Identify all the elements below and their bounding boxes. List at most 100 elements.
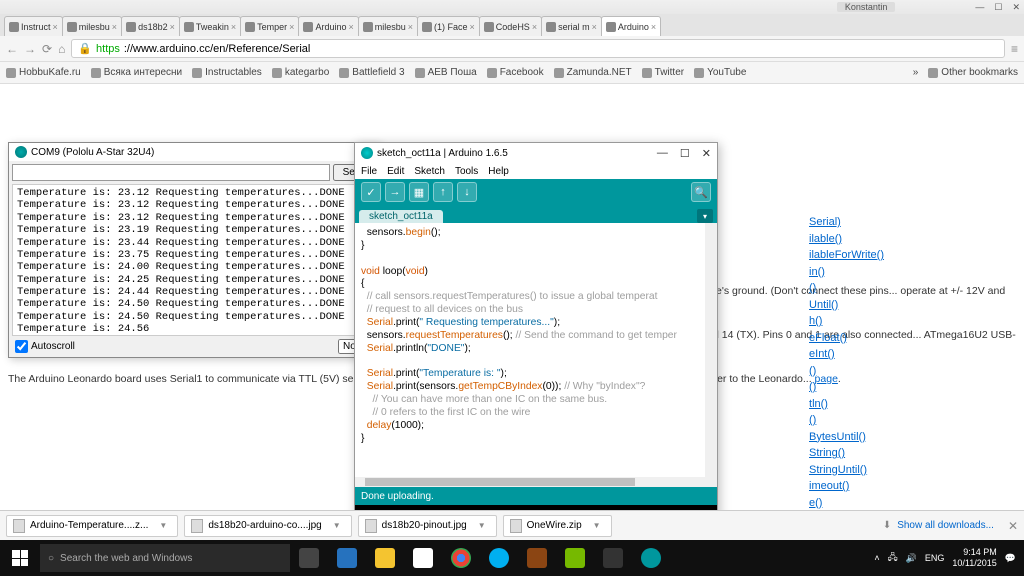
bookmark-item[interactable]: Twitter bbox=[642, 67, 684, 78]
upload-button[interactable]: → bbox=[385, 182, 405, 202]
reference-link[interactable]: imeout() bbox=[809, 478, 884, 495]
browser-tab[interactable]: CodeHS× bbox=[479, 16, 542, 36]
close-tab-icon[interactable]: × bbox=[53, 22, 58, 32]
reference-link[interactable]: () bbox=[809, 280, 884, 297]
serial-input[interactable] bbox=[12, 164, 330, 181]
browser-tab[interactable]: Tweakin× bbox=[179, 16, 241, 36]
chevron-down-icon[interactable]: ▼ bbox=[159, 521, 167, 530]
verify-button[interactable]: ✓ bbox=[361, 182, 381, 202]
browser-tab[interactable]: milesbu× bbox=[358, 16, 418, 36]
forward-button[interactable]: → bbox=[24, 42, 36, 56]
close-tab-icon[interactable]: × bbox=[651, 22, 656, 32]
browser-tab[interactable]: Arduino× bbox=[601, 16, 661, 36]
download-item[interactable]: ds18b20-arduino-co....jpg▼ bbox=[184, 515, 351, 537]
network-icon[interactable]: 🖧 bbox=[888, 550, 898, 566]
code-editor[interactable]: sensors.begin(); } void loop(void) { // … bbox=[355, 223, 717, 477]
close-tab-icon[interactable]: × bbox=[470, 22, 475, 32]
task-view-button[interactable] bbox=[290, 540, 328, 576]
sketch-tab[interactable]: sketch_oct11a bbox=[359, 210, 443, 223]
nvidia-button[interactable] bbox=[556, 540, 594, 576]
bookmark-item[interactable]: Всяка интересни bbox=[91, 67, 182, 78]
browser-tab[interactable]: serial m× bbox=[541, 16, 602, 36]
autoscroll-checkbox[interactable]: Autoscroll bbox=[15, 340, 75, 353]
bookmark-item[interactable]: Facebook bbox=[487, 67, 544, 78]
maximize-icon[interactable]: ☐ bbox=[994, 2, 1002, 13]
address-bar[interactable]: 🔒 https://www.arduino.cc/en/Reference/Se… bbox=[71, 39, 1005, 58]
chevron-down-icon[interactable]: ▼ bbox=[333, 521, 341, 530]
reference-link[interactable]: () bbox=[809, 363, 884, 380]
tab-menu-button[interactable]: ▾ bbox=[697, 209, 713, 223]
browser-tab[interactable]: Instruct× bbox=[4, 16, 63, 36]
bookmark-item[interactable]: YouTube bbox=[694, 67, 746, 78]
menu-edit[interactable]: Edit bbox=[387, 166, 404, 177]
close-tab-icon[interactable]: × bbox=[408, 22, 413, 32]
home-button[interactable]: ⌂ bbox=[58, 42, 65, 56]
vertical-scrollbar[interactable] bbox=[705, 223, 717, 477]
reference-link[interactable]: ilable() bbox=[809, 231, 884, 248]
reference-link[interactable]: h() bbox=[809, 313, 884, 330]
close-icon[interactable]: ✕ bbox=[1012, 2, 1020, 13]
bookmark-item[interactable]: АЕВ Поша bbox=[415, 67, 477, 78]
minimize-icon[interactable]: — bbox=[975, 2, 984, 13]
close-tab-icon[interactable]: × bbox=[592, 22, 597, 32]
bookmark-item[interactable]: Battlefield 3 bbox=[339, 67, 404, 78]
store-button[interactable] bbox=[404, 540, 442, 576]
open-button[interactable]: ↑ bbox=[433, 182, 453, 202]
close-icon[interactable]: ✕ bbox=[702, 147, 711, 160]
close-tab-icon[interactable]: × bbox=[112, 22, 117, 32]
explorer-button[interactable] bbox=[366, 540, 404, 576]
close-downloads-icon[interactable]: ✕ bbox=[1008, 519, 1018, 533]
action-center-icon[interactable]: 💬 bbox=[1005, 553, 1016, 564]
reload-button[interactable]: ⟳ bbox=[42, 42, 52, 56]
close-tab-icon[interactable]: × bbox=[231, 22, 236, 32]
volume-icon[interactable]: 🔊 bbox=[906, 553, 917, 564]
chevron-down-icon[interactable]: ▼ bbox=[593, 521, 601, 530]
reference-link[interactable]: String() bbox=[809, 445, 884, 462]
save-button[interactable]: ↓ bbox=[457, 182, 477, 202]
new-button[interactable]: ▦ bbox=[409, 182, 429, 202]
browser-tab[interactable]: ds18b2× bbox=[121, 16, 180, 36]
start-button[interactable] bbox=[0, 540, 40, 576]
browser-tab[interactable]: Arduino× bbox=[298, 16, 358, 36]
reference-link[interactable]: Until() bbox=[809, 297, 884, 314]
reference-link[interactable]: in() bbox=[809, 264, 884, 281]
chrome-user-button[interactable]: Konstantin bbox=[837, 2, 896, 12]
bookmark-item[interactable]: Instructables bbox=[192, 67, 262, 78]
chevron-right-icon[interactable]: » bbox=[913, 67, 919, 78]
serial-monitor-button[interactable]: 🔍 bbox=[691, 182, 711, 202]
edge-button[interactable] bbox=[328, 540, 366, 576]
cortana-search[interactable]: ○Search the web and Windows bbox=[40, 544, 290, 572]
reference-link[interactable]: StringUntil() bbox=[809, 462, 884, 479]
menu-tools[interactable]: Tools bbox=[455, 166, 478, 177]
close-tab-icon[interactable]: × bbox=[289, 22, 294, 32]
reference-link[interactable]: eInt() bbox=[809, 346, 884, 363]
bookmark-item[interactable]: kategarbo bbox=[272, 67, 329, 78]
language-indicator[interactable]: ENG bbox=[925, 553, 945, 563]
skype-button[interactable] bbox=[480, 540, 518, 576]
close-tab-icon[interactable]: × bbox=[532, 22, 537, 32]
reference-link[interactable]: e() bbox=[809, 495, 884, 512]
close-tab-icon[interactable]: × bbox=[348, 22, 353, 32]
menu-button[interactable]: ≡ bbox=[1011, 42, 1018, 56]
reference-link[interactable]: BytesUntil() bbox=[809, 429, 884, 446]
horizontal-scrollbar[interactable] bbox=[355, 477, 717, 487]
maximize-icon[interactable]: ☐ bbox=[680, 147, 690, 160]
bookmark-item[interactable]: HobbuKafe.ru bbox=[6, 67, 81, 78]
tray-up-icon[interactable]: ˄ bbox=[874, 553, 879, 563]
show-all-downloads-link[interactable]: Show all downloads... bbox=[897, 520, 994, 531]
download-item[interactable]: OneWire.zip▼ bbox=[503, 515, 612, 537]
reference-link[interactable]: eFloat() bbox=[809, 330, 884, 347]
reference-link[interactable]: ilableForWrite() bbox=[809, 247, 884, 264]
back-button[interactable]: ← bbox=[6, 42, 18, 56]
download-item[interactable]: ds18b20-pinout.jpg▼ bbox=[358, 515, 497, 537]
download-item[interactable]: Arduino-Temperature....z...▼ bbox=[6, 515, 178, 537]
other-bookmarks[interactable]: Other bookmarks bbox=[928, 67, 1018, 78]
app-button[interactable] bbox=[594, 540, 632, 576]
reference-link[interactable]: tln() bbox=[809, 396, 884, 413]
reference-link[interactable]: () bbox=[809, 412, 884, 429]
clock[interactable]: 9:14 PM 10/11/2015 bbox=[952, 547, 996, 569]
browser-tab[interactable]: Temper× bbox=[240, 16, 299, 36]
chrome-button[interactable] bbox=[442, 540, 480, 576]
menu-file[interactable]: File bbox=[361, 166, 377, 177]
minimize-icon[interactable]: — bbox=[657, 147, 668, 160]
